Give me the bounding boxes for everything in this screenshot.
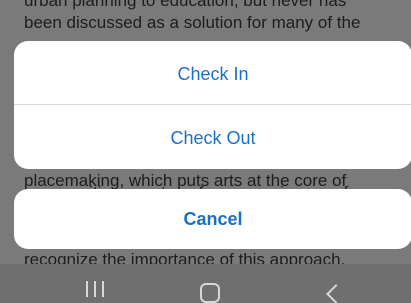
check-in-button[interactable]: Check In xyxy=(14,41,411,104)
home-icon xyxy=(200,282,220,303)
back-icon xyxy=(326,283,346,303)
cancel-sheet: Cancel xyxy=(14,189,411,249)
cancel-button[interactable]: Cancel xyxy=(14,189,411,249)
system-navigation-bar xyxy=(0,264,411,303)
article-line: urban planning to education, but never h… xyxy=(24,0,347,10)
recents-icon xyxy=(83,273,107,297)
back-button[interactable] xyxy=(288,264,378,303)
article-line: been discussed as a solution for many of… xyxy=(24,13,361,32)
action-sheet: Check In Check Out xyxy=(14,41,411,169)
check-out-button[interactable]: Check Out xyxy=(14,105,411,169)
recents-button[interactable] xyxy=(50,264,140,303)
home-button[interactable] xyxy=(165,264,255,303)
